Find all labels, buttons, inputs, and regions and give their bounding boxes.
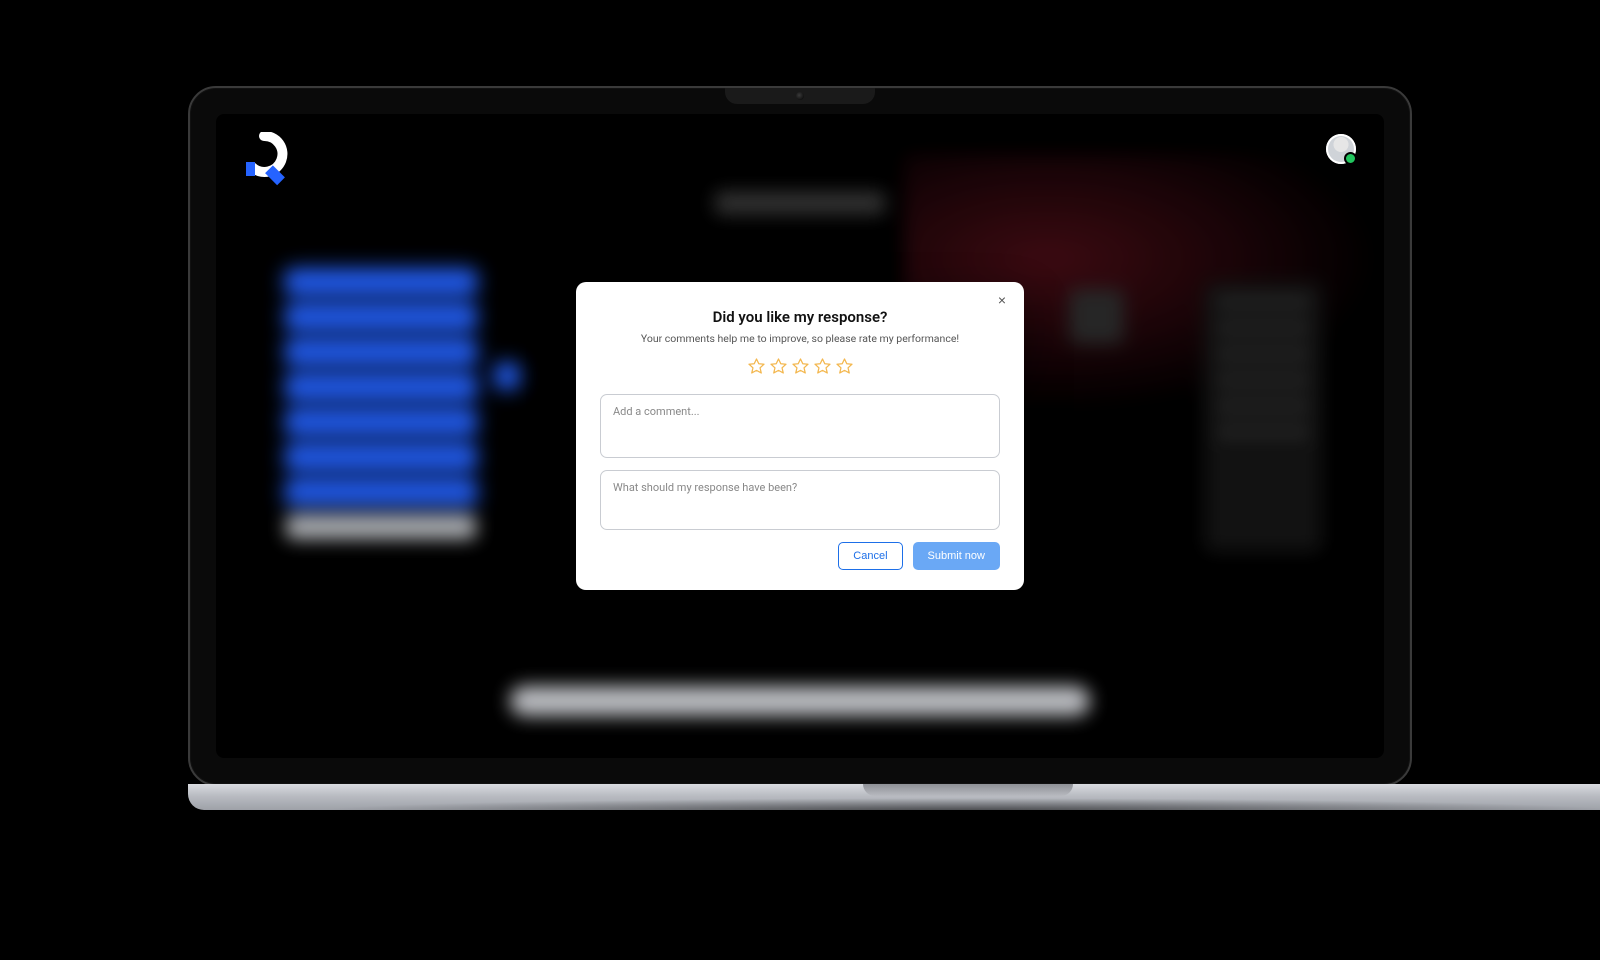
close-button[interactable]: × — [992, 290, 1012, 310]
submit-button[interactable]: Submit now — [913, 542, 1000, 570]
star-rating[interactable] — [600, 357, 1000, 380]
sidebar-item — [286, 515, 476, 539]
star-icon[interactable] — [835, 357, 854, 380]
input-bar-placeholder — [510, 686, 1090, 716]
sidebar-item — [286, 270, 476, 294]
sidebar-item — [286, 340, 476, 364]
expected-response-input[interactable] — [611, 479, 993, 517]
star-icon[interactable] — [791, 357, 810, 380]
modal-actions: Cancel Submit now — [600, 542, 1000, 570]
modal-title: Did you like my response? — [600, 308, 1000, 326]
page-title-placeholder — [715, 192, 885, 214]
feedback-modal: × Did you like my response? Your comment… — [576, 282, 1024, 590]
laptop-mockup: × Did you like my response? Your comment… — [188, 86, 1412, 810]
comment-field-wrap — [600, 394, 1000, 458]
sidebar-item — [286, 445, 476, 469]
sidebar-item — [286, 375, 476, 399]
laptop-bezel: × Did you like my response? Your comment… — [188, 86, 1412, 786]
avatar[interactable] — [1326, 134, 1356, 164]
laptop-notch — [725, 88, 875, 104]
star-icon[interactable] — [769, 357, 788, 380]
star-icon[interactable] — [813, 357, 832, 380]
comment-input[interactable] — [611, 403, 993, 445]
response-field-wrap — [600, 470, 1000, 530]
card-thumb — [1069, 289, 1124, 344]
star-icon[interactable] — [747, 357, 766, 380]
sidebar-list — [286, 270, 476, 539]
app-root: × Did you like my response? Your comment… — [216, 114, 1384, 758]
modal-subtitle: Your comments help me to improve, so ple… — [600, 332, 1000, 345]
laptop-base — [188, 784, 1600, 810]
toggle-chip — [496, 364, 518, 388]
close-icon: × — [998, 293, 1006, 307]
screen: × Did you like my response? Your comment… — [216, 114, 1384, 758]
sidebar-item — [286, 305, 476, 329]
stage: × Did you like my response? Your comment… — [0, 0, 1600, 960]
camera-icon — [796, 92, 804, 100]
cancel-button[interactable]: Cancel — [838, 542, 902, 570]
app-logo-icon — [240, 132, 288, 186]
right-panel — [1204, 282, 1322, 552]
sidebar-item — [286, 410, 476, 434]
sidebar-item — [286, 480, 476, 504]
